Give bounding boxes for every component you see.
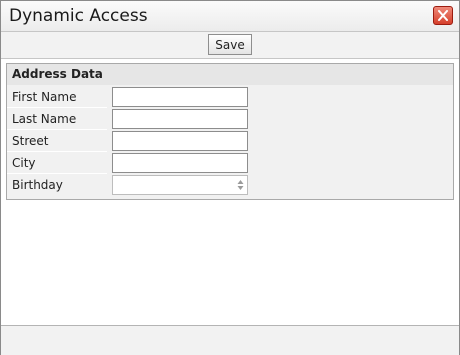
title-bar[interactable]: Dynamic Access	[1, 1, 459, 32]
street-label: Street	[12, 134, 49, 148]
save-button[interactable]: Save	[208, 34, 252, 55]
address-data-group: Address Data First Name Last Name Street…	[6, 63, 454, 200]
form-row-city: City	[7, 152, 453, 174]
birthday-label: Birthday	[12, 178, 63, 192]
street-field[interactable]	[112, 131, 248, 151]
group-title: Address Data	[7, 64, 453, 85]
toolbar: Save	[1, 32, 459, 59]
last-name-field[interactable]	[112, 109, 248, 129]
first-name-field[interactable]	[112, 87, 248, 107]
close-button[interactable]	[433, 6, 453, 25]
spinner-arrows-icon[interactable]	[237, 179, 244, 191]
close-icon	[438, 10, 448, 21]
form-row-birthday: Birthday	[7, 174, 453, 196]
status-bar	[1, 325, 459, 355]
app-window: Dynamic Access Save Address Data First N…	[0, 0, 460, 355]
form-row-last-name: Last Name	[7, 108, 453, 130]
last-name-label: Last Name	[12, 112, 77, 126]
window-title: Dynamic Access	[9, 6, 148, 26]
city-field[interactable]	[112, 153, 248, 173]
first-name-label: First Name	[12, 90, 77, 104]
form-row-street: Street	[7, 130, 453, 152]
city-label: City	[12, 156, 36, 170]
birthday-field[interactable]	[112, 175, 248, 195]
form-row-first-name: First Name	[7, 86, 453, 108]
